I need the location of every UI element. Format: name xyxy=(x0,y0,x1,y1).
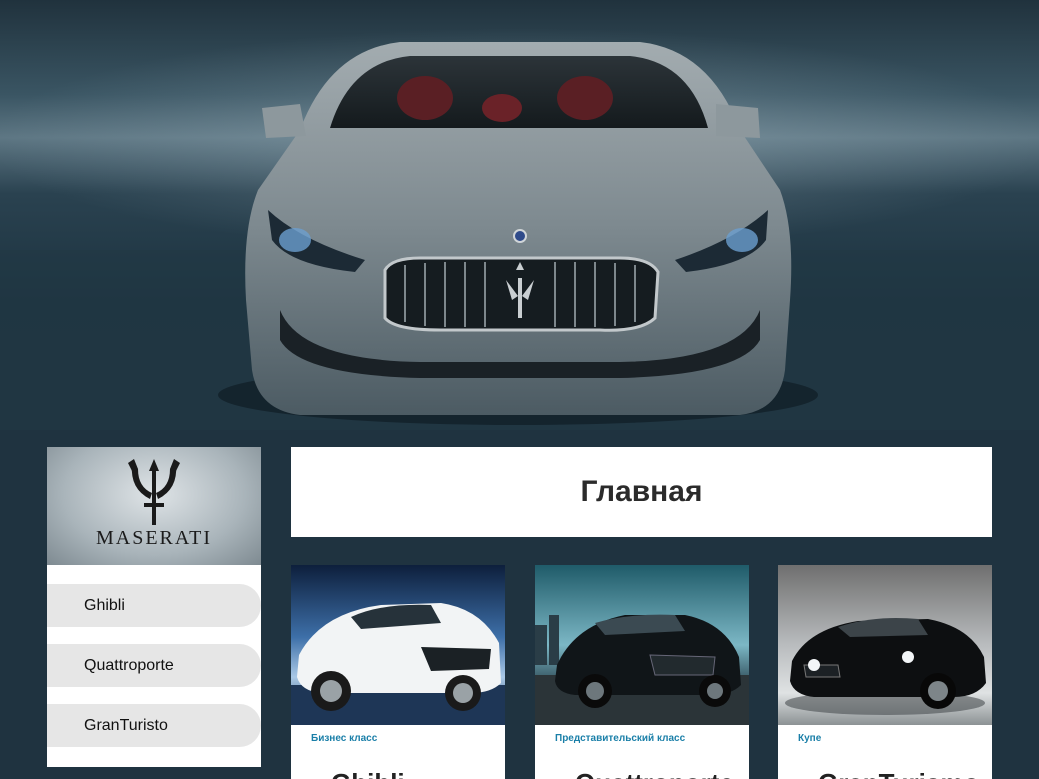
card-title[interactable]: Ghibli xyxy=(331,768,405,779)
brand-logo-text: MASERATI xyxy=(95,527,212,549)
page-title: Главная xyxy=(580,475,703,508)
sidebar-item-quattroporte[interactable]: Quattroporte xyxy=(47,644,261,687)
model-card-granturismo[interactable]: Купе GranTurismo xyxy=(778,565,992,779)
card-category: Представительский класс xyxy=(555,733,686,744)
black-granturismo-photo[interactable] xyxy=(778,565,992,725)
sidebar-item-granturisto[interactable]: GranTuristo xyxy=(47,704,261,747)
hero-banner xyxy=(0,0,1039,430)
page-header: Главная xyxy=(291,447,992,537)
maserati-trident-icon xyxy=(128,459,180,525)
hero-car-image xyxy=(0,42,1039,430)
brand-logo[interactable]: MASERATI xyxy=(47,447,261,565)
card-category: Бизнес класс xyxy=(311,733,378,744)
sidebar-item-ghibli[interactable]: Ghibli xyxy=(47,584,261,627)
white-ghibli-photo[interactable] xyxy=(291,565,505,725)
model-card-quattroporte[interactable]: Представительский класс Quattroporte xyxy=(535,565,749,779)
card-title[interactable]: Quattroporte xyxy=(575,768,734,779)
card-title[interactable]: GranTurismo xyxy=(818,768,979,779)
sidebar: MASERATI Ghibli Quattroporte GranTuristo xyxy=(47,447,261,767)
model-card-ghibli[interactable]: Бизнес класс Ghibli xyxy=(291,565,505,779)
card-category: Купе xyxy=(798,733,822,744)
black-quattroporte-photo[interactable] xyxy=(535,565,749,725)
sidebar-nav: Ghibli Quattroporte GranTuristo xyxy=(47,565,261,747)
